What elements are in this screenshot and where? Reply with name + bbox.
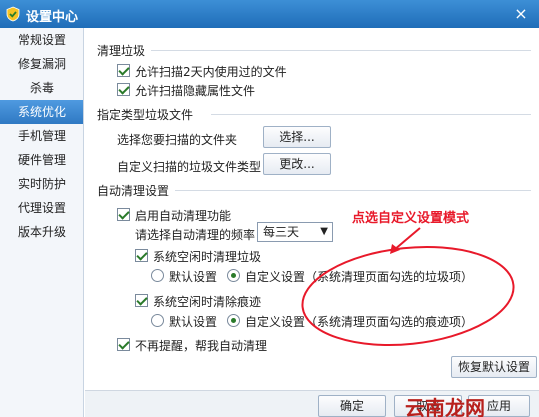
section-divider bbox=[175, 190, 531, 191]
app-logo-icon bbox=[6, 6, 20, 22]
title-bar: 设置中心 × bbox=[0, 0, 539, 28]
allow-recent-files-checkbox[interactable] bbox=[117, 64, 130, 77]
enable-auto-clean-checkbox[interactable] bbox=[117, 208, 130, 221]
frequency-value: 每三天 bbox=[263, 225, 300, 239]
junk-custom-label: 自定义设置（系统清理页面勾选的垃圾项） bbox=[245, 270, 474, 284]
file-type-label: 自定义扫描的垃圾文件类型 bbox=[117, 160, 262, 174]
section-divider bbox=[211, 114, 531, 115]
annotation-text: 点选自定义设置模式 bbox=[352, 211, 470, 226]
junk-default-label: 默认设置 bbox=[169, 270, 218, 284]
sidebar-item-hardware[interactable]: 硬件管理 bbox=[0, 148, 83, 172]
restore-default-button[interactable]: 恢复默认设置 bbox=[451, 356, 537, 378]
junk-custom-radio[interactable] bbox=[227, 269, 240, 282]
sidebar: 常规设置 修复漏洞 杀毒 系统优化 手机管理 硬件管理 实时防护 代理设置 版本… bbox=[0, 28, 84, 417]
chevron-down-icon: ▼ bbox=[320, 226, 328, 237]
enable-auto-clean-label: 启用自动清理功能 bbox=[135, 209, 232, 223]
sidebar-item-antivirus[interactable]: 杀毒 bbox=[0, 76, 83, 100]
select-folder-button[interactable]: 选择... bbox=[263, 126, 331, 148]
section-divider bbox=[151, 50, 531, 51]
sidebar-item-fix-vulnerability[interactable]: 修复漏洞 bbox=[0, 52, 83, 76]
allow-recent-files-label: 允许扫描2天内使用过的文件 bbox=[135, 65, 287, 79]
sidebar-item-proxy[interactable]: 代理设置 bbox=[0, 196, 83, 220]
settings-panel: 清理垃圾 允许扫描2天内使用过的文件 允许扫描隐藏属性文件 指定类型垃圾文件 选… bbox=[85, 28, 539, 390]
sidebar-item-system-optimize[interactable]: 系统优化 bbox=[0, 100, 83, 124]
allow-hidden-files-label: 允许扫描隐藏属性文件 bbox=[135, 84, 256, 98]
allow-hidden-files-checkbox[interactable] bbox=[117, 83, 130, 96]
idle-clear-trace-checkbox[interactable] bbox=[135, 294, 148, 307]
sidebar-item-upgrade[interactable]: 版本升级 bbox=[0, 220, 83, 244]
trace-custom-label: 自定义设置（系统清理页面勾选的痕迹项） bbox=[245, 315, 474, 329]
ok-button[interactable]: 确定 bbox=[318, 395, 386, 417]
no-remind-checkbox[interactable] bbox=[117, 338, 130, 351]
sidebar-item-general[interactable]: 常规设置 bbox=[0, 28, 83, 52]
frequency-select[interactable]: 每三天 ▼ bbox=[257, 222, 333, 242]
folder-scan-label: 选择您要扫描的文件夹 bbox=[117, 133, 238, 147]
section-title-specific: 指定类型垃圾文件 bbox=[97, 108, 194, 122]
frequency-label: 请选择自动清理的频率： bbox=[135, 228, 268, 242]
no-remind-label: 不再提醒，帮我自动清理 bbox=[135, 339, 268, 353]
idle-clean-junk-label: 系统空闲时清理垃圾 bbox=[153, 250, 262, 264]
window-title: 设置中心 bbox=[26, 10, 79, 25]
idle-clean-junk-checkbox[interactable] bbox=[135, 249, 148, 262]
close-icon[interactable]: × bbox=[511, 4, 531, 24]
section-title-clean: 清理垃圾 bbox=[97, 44, 146, 58]
section-title-auto: 自动清理设置 bbox=[97, 184, 170, 198]
sidebar-item-realtime-protection[interactable]: 实时防护 bbox=[0, 172, 83, 196]
sidebar-item-phone[interactable]: 手机管理 bbox=[0, 124, 83, 148]
change-file-type-button[interactable]: 更改... bbox=[263, 153, 331, 175]
junk-default-radio[interactable] bbox=[151, 269, 164, 282]
trace-default-label: 默认设置 bbox=[169, 315, 218, 329]
watermark-text: 云南龙网 bbox=[405, 396, 485, 417]
trace-default-radio[interactable] bbox=[151, 314, 164, 327]
trace-custom-radio[interactable] bbox=[227, 314, 240, 327]
idle-clear-trace-label: 系统空闲时清除痕迹 bbox=[153, 295, 262, 309]
